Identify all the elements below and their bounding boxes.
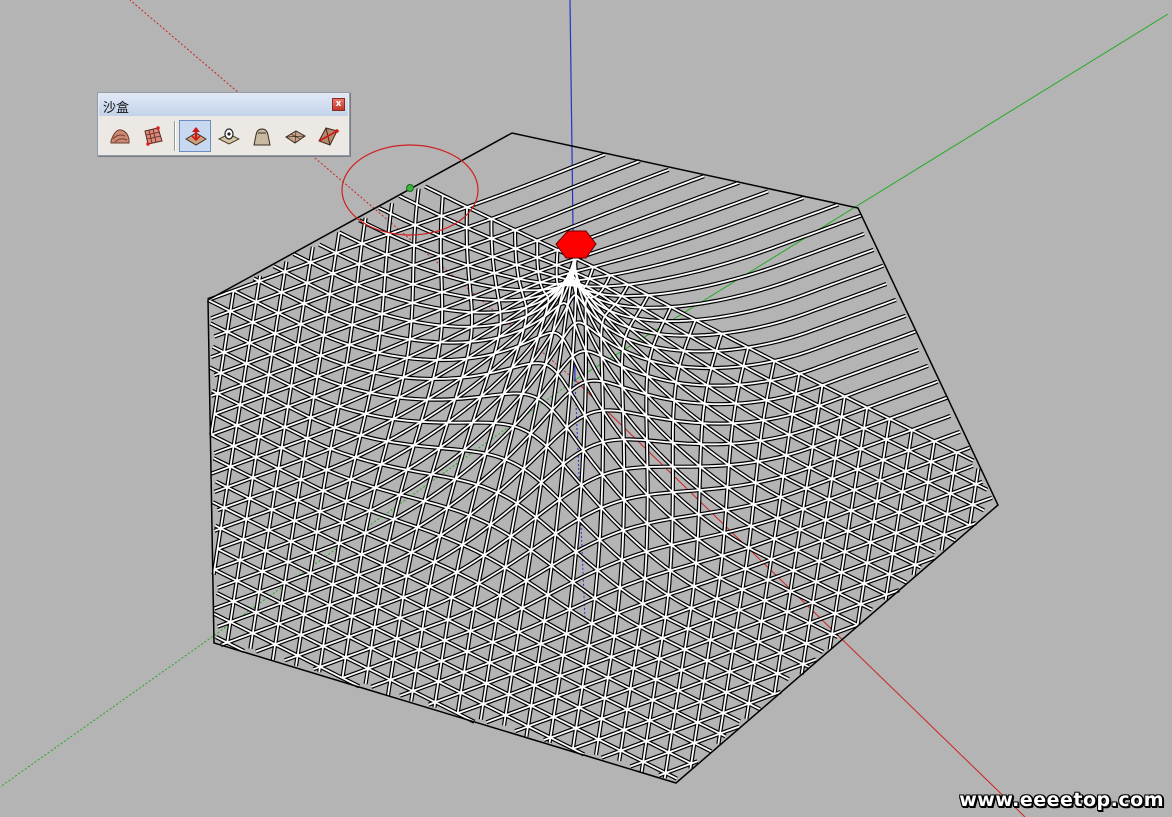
modeling-viewport[interactable]: 沙盒 x www.eeeetop.com xyxy=(0,0,1172,817)
sandbox-toolbar[interactable]: 沙盒 x xyxy=(97,92,350,156)
toolbar-title: 沙盒 xyxy=(103,101,130,116)
stamp-icon xyxy=(218,128,240,145)
smoove-arrow-icon xyxy=(185,127,207,146)
toolbar-separator xyxy=(174,121,176,151)
terrain-mesh[interactable] xyxy=(207,132,999,784)
toolbar-titlebar[interactable]: 沙盒 x xyxy=(99,94,348,116)
flip-edge-icon xyxy=(318,127,339,146)
flip-edge-tool[interactable] xyxy=(312,120,344,152)
from-scratch-tool[interactable] xyxy=(137,120,169,152)
close-button[interactable]: x xyxy=(332,98,345,111)
stamp-tool[interactable] xyxy=(213,120,245,152)
drape-icon xyxy=(253,128,271,146)
add-detail-tool[interactable] xyxy=(279,120,311,152)
drape-tool[interactable] xyxy=(246,120,278,152)
add-detail-icon xyxy=(285,130,306,144)
terrain-grid-icon xyxy=(144,126,163,146)
brush-center-point xyxy=(406,184,414,192)
from-contours-tool[interactable] xyxy=(104,120,136,152)
mesh-edge-face xyxy=(968,468,980,526)
mesh-edge-face xyxy=(217,548,678,780)
site-watermark: www.eeeetop.com xyxy=(959,789,1164,811)
smoove-tool[interactable] xyxy=(179,120,211,152)
terrain-contours-icon xyxy=(110,129,130,144)
